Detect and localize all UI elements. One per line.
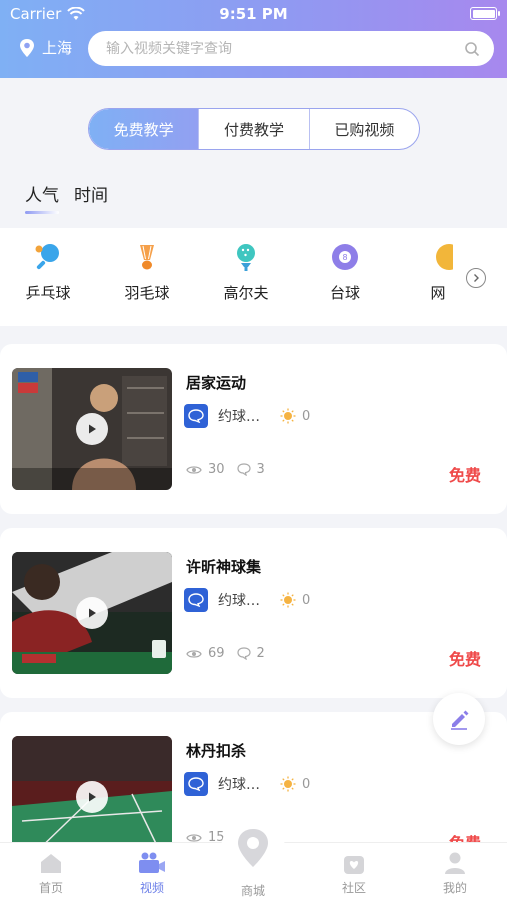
location-pin-icon bbox=[20, 38, 34, 57]
nav-label: 首页 bbox=[38, 881, 63, 895]
avatar bbox=[184, 588, 208, 612]
video-title: 居家运动 bbox=[186, 374, 247, 392]
search-icon[interactable] bbox=[464, 41, 480, 57]
nav-home[interactable]: 首页 bbox=[21, 851, 81, 896]
eye-icon bbox=[186, 649, 202, 658]
city-label: 上海 bbox=[42, 39, 73, 57]
nav-label: 视频 bbox=[139, 881, 164, 895]
comment-count: 3 bbox=[256, 462, 265, 477]
battery-icon bbox=[470, 7, 500, 20]
avatar bbox=[184, 772, 208, 796]
like-value: 0 bbox=[302, 592, 311, 608]
avatar bbox=[184, 404, 208, 428]
category-label: 网 bbox=[430, 284, 446, 302]
category-label: 台球 bbox=[329, 284, 360, 302]
category-label: 高尔夫 bbox=[223, 284, 269, 302]
category-badminton[interactable]: 羽毛球 bbox=[107, 242, 187, 303]
search-input[interactable] bbox=[106, 40, 464, 57]
video-thumbnail[interactable] bbox=[12, 552, 172, 674]
nav-community[interactable]: 社区 bbox=[324, 851, 384, 896]
pencil-icon bbox=[451, 710, 469, 730]
comment-icon bbox=[236, 647, 251, 660]
like-count[interactable]: 0 bbox=[280, 592, 310, 608]
category-label: 羽毛球 bbox=[124, 284, 170, 302]
ping-pong-icon bbox=[35, 244, 59, 270]
svg-text:8: 8 bbox=[342, 253, 347, 262]
heart-bag-icon bbox=[344, 856, 364, 874]
play-icon[interactable] bbox=[76, 413, 108, 445]
sun-icon bbox=[280, 776, 296, 792]
video-card[interactable]: 居家运动 约球… 0 30 3 免费 bbox=[0, 344, 507, 514]
chevron-right-icon[interactable] bbox=[466, 268, 486, 288]
nav-shop-label: 商城 bbox=[240, 884, 265, 898]
category-bar: 乒乓球 羽毛球 高尔夫 8 台球 网 bbox=[0, 228, 507, 326]
category-label: 乒乓球 bbox=[25, 284, 71, 302]
location-selector[interactable]: 上海 bbox=[18, 37, 72, 58]
category-billiards[interactable]: 8 台球 bbox=[305, 242, 385, 303]
user-icon bbox=[445, 852, 465, 874]
segment-free[interactable]: 免费教学 bbox=[89, 109, 199, 149]
video-author: 约球… 0 bbox=[184, 772, 310, 796]
eye-icon bbox=[186, 465, 202, 474]
sort-tab-time[interactable]: 时间 bbox=[74, 181, 108, 206]
price-tag: 免费 bbox=[448, 466, 481, 485]
status-time: 9:51 PM bbox=[219, 5, 288, 23]
nav-label: 我的 bbox=[442, 881, 467, 895]
author-name: 约球… bbox=[218, 777, 260, 793]
like-count[interactable]: 0 bbox=[280, 408, 310, 424]
play-icon[interactable] bbox=[76, 597, 108, 629]
sort-tabs: 人气 时间 bbox=[25, 181, 108, 206]
chat-bubble-icon bbox=[188, 409, 204, 423]
category-tennis[interactable]: 网 bbox=[423, 242, 453, 303]
category-ping-pong[interactable]: 乒乓球 bbox=[8, 242, 88, 303]
like-value: 0 bbox=[302, 408, 311, 424]
segment-purchased[interactable]: 已购视频 bbox=[310, 109, 419, 149]
video-camera-icon bbox=[139, 852, 165, 873]
chat-bubble-icon bbox=[188, 777, 204, 791]
comment-count: 2 bbox=[256, 646, 265, 661]
author-name: 约球… bbox=[218, 409, 260, 425]
video-card[interactable]: 许昕神球集 约球… 0 69 2 免费 bbox=[0, 528, 507, 698]
price-tag: 免费 bbox=[448, 650, 481, 669]
video-title: 许昕神球集 bbox=[186, 558, 262, 576]
video-title: 林丹扣杀 bbox=[186, 742, 247, 760]
video-thumbnail[interactable] bbox=[12, 368, 172, 490]
segment-paid[interactable]: 付费教学 bbox=[198, 109, 310, 149]
tennis-icon bbox=[436, 244, 453, 270]
sort-tab-popular[interactable]: 人气 bbox=[25, 181, 59, 206]
status-bar: Carrier 9:51 PM bbox=[0, 0, 507, 28]
sun-icon bbox=[280, 592, 296, 608]
like-count[interactable]: 0 bbox=[280, 776, 310, 792]
video-author: 约球… 0 bbox=[184, 588, 310, 612]
video-author: 约球… 0 bbox=[184, 404, 310, 428]
video-thumbnail[interactable] bbox=[12, 736, 172, 858]
category-golf[interactable]: 高尔夫 bbox=[206, 242, 286, 303]
badminton-icon bbox=[140, 245, 154, 270]
sun-icon bbox=[280, 408, 296, 424]
billiards-icon: 8 bbox=[332, 244, 358, 270]
view-count: 30 bbox=[208, 462, 225, 477]
play-icon[interactable] bbox=[76, 781, 108, 813]
nav-shop[interactable] bbox=[221, 817, 285, 881]
video-stats: 69 2 bbox=[186, 646, 265, 661]
home-icon bbox=[41, 854, 61, 873]
nav-video[interactable]: 视频 bbox=[122, 851, 182, 896]
video-stats: 30 3 bbox=[186, 462, 265, 477]
sort-tab-indicator bbox=[25, 211, 59, 214]
like-value: 0 bbox=[302, 776, 311, 792]
view-count: 69 bbox=[208, 646, 225, 661]
author-name: 约球… bbox=[218, 593, 260, 609]
nav-label: 社区 bbox=[341, 881, 366, 895]
golf-icon bbox=[237, 244, 255, 271]
write-post-button[interactable] bbox=[433, 693, 485, 745]
comment-icon bbox=[236, 463, 251, 476]
shop-pin-icon bbox=[238, 829, 268, 867]
chat-bubble-icon bbox=[188, 593, 204, 607]
teaching-type-switch: 免费教学 付费教学 已购视频 bbox=[88, 108, 420, 150]
nav-mine[interactable]: 我的 bbox=[425, 851, 485, 896]
search-bar[interactable] bbox=[88, 31, 494, 66]
